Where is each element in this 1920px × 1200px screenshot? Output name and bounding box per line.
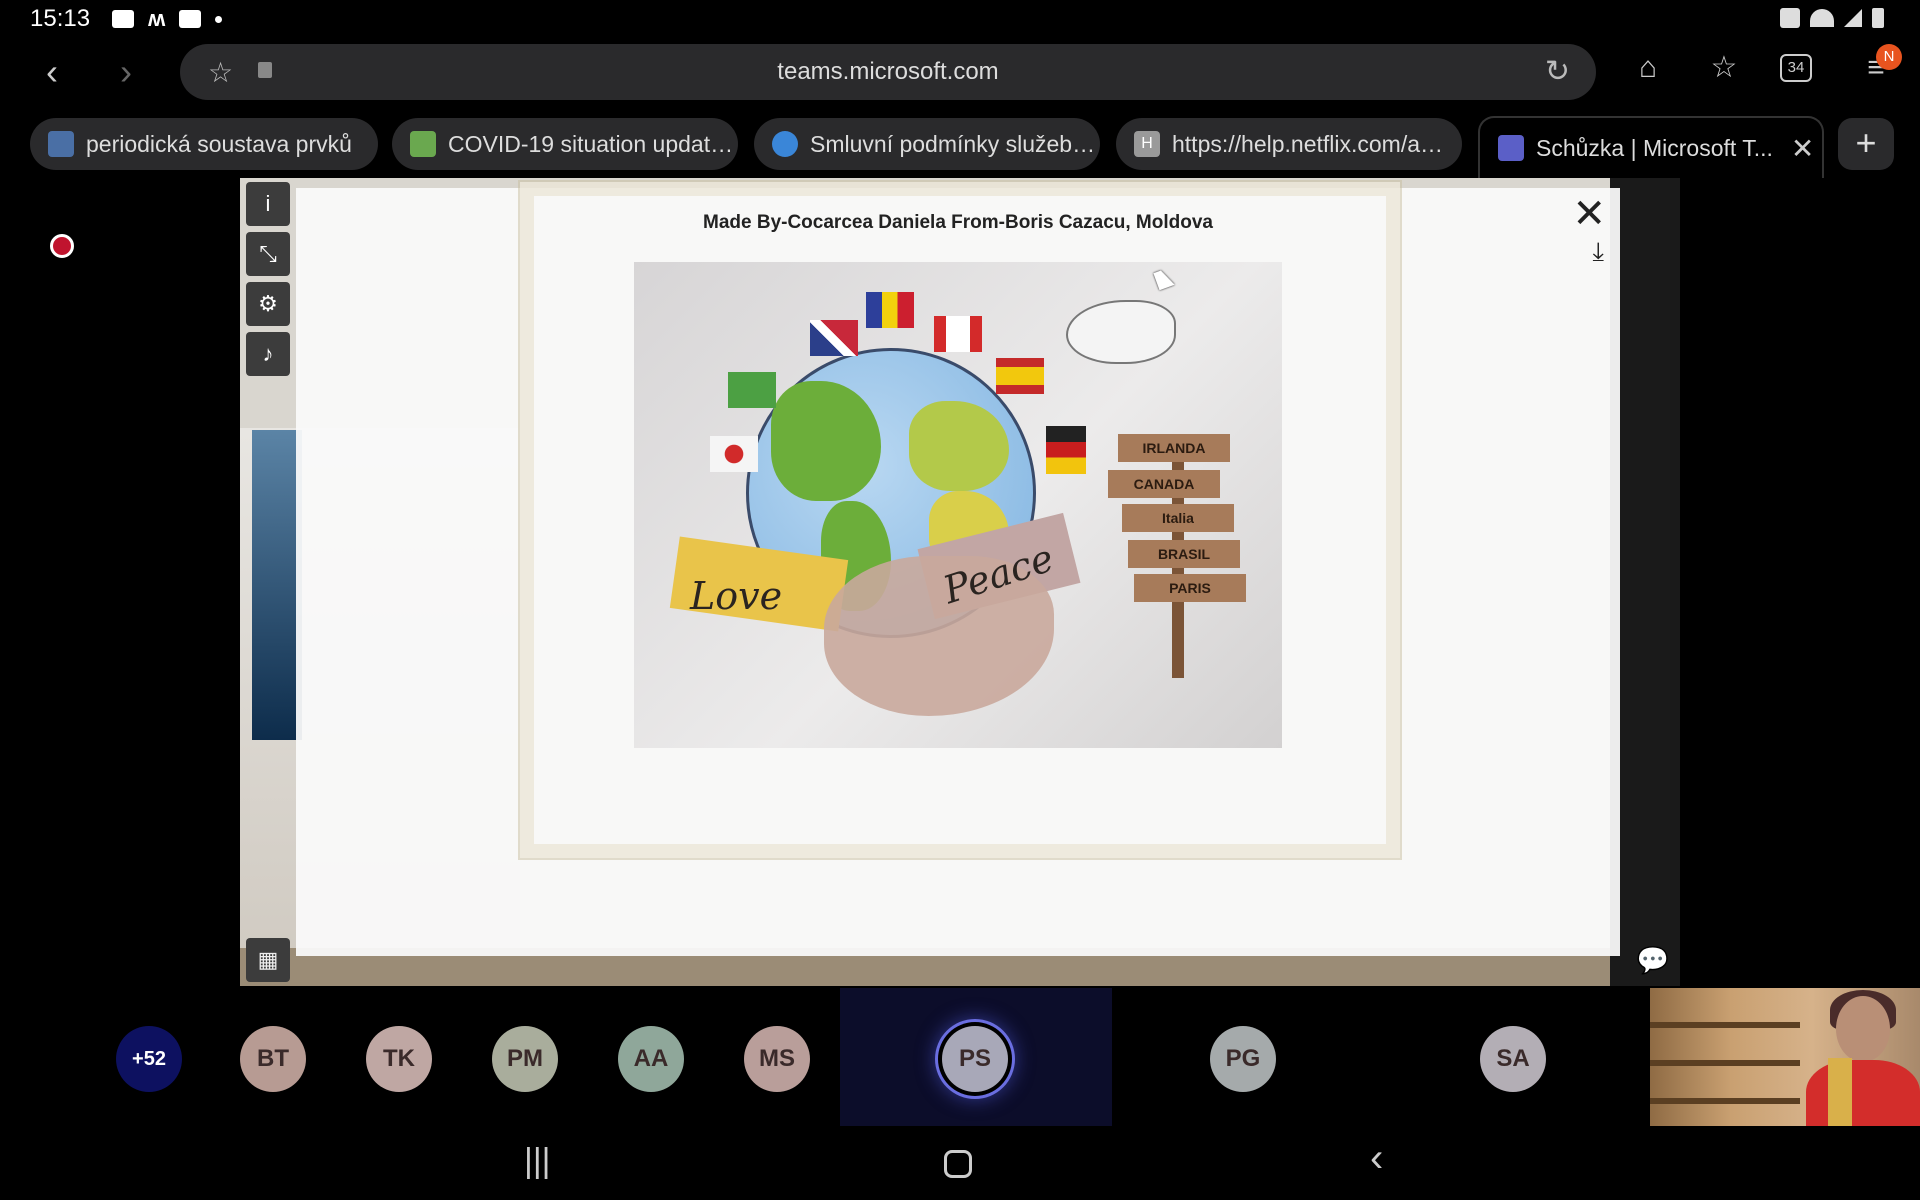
clock: 15:13 [30, 5, 91, 32]
sign-paris: PARIS [1134, 574, 1246, 602]
exit-fullscreen-icon[interactable]: ⤡ [246, 232, 290, 276]
artwork-caption: Made By-Cocarcea Daniela From-Boris Caza… [703, 212, 1213, 233]
tab-label: https://help.netflix.com/a… [1172, 130, 1444, 157]
back-button[interactable]: ‹ [30, 50, 74, 94]
tab-terms[interactable]: Smluvní podmínky služeb… [754, 118, 1100, 170]
sign-italia: Italia [1122, 504, 1234, 532]
participants-bar: +52 BT TK PM AA MS PS PG SA [0, 988, 1920, 1126]
sign-canada: CANADA [1108, 470, 1220, 498]
germany-flag [1046, 426, 1086, 474]
forward-button[interactable]: › [104, 50, 148, 94]
url-text[interactable]: teams.microsoft.com [180, 58, 1596, 86]
tab-count[interactable]: 34 [1780, 54, 1812, 82]
tab-periodic-table[interactable]: periodická soustava prvků [30, 118, 378, 170]
gallery-icon [112, 10, 135, 28]
reload-icon[interactable]: ↻ [1545, 54, 1570, 89]
self-video[interactable] [1650, 988, 1920, 1126]
tab-label: Smluvní podmínky služeb… [810, 130, 1096, 157]
person-scarf [1828, 1058, 1852, 1126]
land-drawing [909, 401, 1009, 491]
address-bar[interactable]: ☆ teams.microsoft.com ↻ [180, 44, 1596, 100]
volume-icon[interactable]: ♪ [246, 332, 290, 376]
tab-favicon [410, 131, 436, 157]
participant-avatar[interactable]: BT [240, 1026, 306, 1092]
battery-icon [1872, 8, 1884, 28]
info-icon[interactable]: i [246, 182, 290, 226]
japan-flag [710, 436, 758, 472]
tabs-button[interactable]: 34 [1780, 48, 1820, 88]
tab-label: COVID-19 situation updat… [448, 130, 734, 157]
screen: 15:13 ʍ ‹ › ☆ teams.microsoft.com ↻ ⌂ ☆ [0, 0, 1920, 1200]
bookshelf [1650, 1060, 1800, 1066]
sign-irlanda: IRLANDA [1118, 434, 1230, 462]
bookmarks-button[interactable]: ☆ [1704, 48, 1744, 88]
wifi-icon [1810, 9, 1834, 27]
close-icon[interactable]: ✕ [1572, 194, 1606, 234]
tab-covid[interactable]: COVID-19 situation updat… [392, 118, 738, 170]
participant-avatar[interactable]: TK [366, 1026, 432, 1092]
tab-favicon: H [1134, 131, 1160, 157]
collapse-icon[interactable]: ⤓ [1593, 236, 1605, 268]
bookshelf [1650, 1022, 1800, 1028]
signal-icon [1844, 9, 1862, 27]
menu-button[interactable]: ≡ N [1856, 44, 1902, 88]
gallery-toolbar: i ⤡ ⚙ ♪ [246, 182, 290, 376]
map-icon[interactable]: ▦ [246, 938, 290, 982]
menu-badge: N [1876, 44, 1902, 70]
participant-avatar[interactable]: PM [492, 1026, 558, 1092]
dove-drawing [1066, 300, 1176, 364]
tab-strip: periodická soustava prvků COVID-19 situa… [0, 116, 1920, 178]
bookshelf [1650, 1098, 1800, 1104]
room-window [252, 430, 302, 740]
system-nav-bar: ||| ‹ [0, 1126, 1920, 1200]
app-w-icon: ʍ [148, 6, 166, 31]
tab-teams-meeting[interactable]: Schůzka | Microsoft T... ✕ [1478, 116, 1824, 178]
home-nav-icon[interactable] [944, 1150, 972, 1178]
close-tab-icon[interactable]: ✕ [1791, 132, 1814, 165]
more-notifications-icon [215, 15, 223, 23]
teams-icon [1498, 135, 1524, 161]
more-participants-button[interactable]: +52 [116, 1026, 182, 1092]
room-edge [1610, 178, 1680, 986]
youtube-icon [179, 10, 202, 28]
record-icon[interactable] [50, 234, 74, 258]
person-body [1806, 1060, 1920, 1126]
person-head [1836, 996, 1890, 1062]
home-button[interactable]: ⌂ [1628, 48, 1668, 88]
spain-flag [996, 358, 1044, 394]
notification-icons: ʍ [112, 6, 223, 32]
chat-icon[interactable]: 💬 [1630, 938, 1676, 982]
tab-label: Schůzka | Microsoft T... [1536, 134, 1773, 161]
participant-avatar[interactable]: PG [1210, 1026, 1276, 1092]
artwork-viewer: Made By-Cocarcea Daniela From-Boris Caza… [296, 182, 1620, 956]
land-drawing [771, 381, 881, 501]
system-icons [1780, 8, 1884, 28]
love-word: Love [690, 574, 783, 618]
new-tab-button[interactable]: + [1838, 118, 1894, 170]
brazil-flag [728, 372, 776, 408]
browser-tools: ⌂ ☆ 34 ≡ N [1628, 44, 1902, 88]
participant-avatar[interactable]: AA [618, 1026, 684, 1092]
artwork-image: Love Peace IRLANDA CANADA Italia BRASIL … [634, 262, 1282, 748]
active-speaker-avatar[interactable]: PS [942, 1026, 1008, 1092]
settings-gear-icon[interactable]: ⚙ [246, 282, 290, 326]
tab-favicon [772, 131, 798, 157]
mute-icon [1780, 8, 1800, 28]
romania-flag [866, 292, 914, 328]
participant-avatar[interactable]: MS [744, 1026, 810, 1092]
uk-flag [810, 320, 858, 356]
canada-flag [934, 316, 982, 352]
tab-favicon [48, 131, 74, 157]
participant-avatar[interactable]: SA [1480, 1026, 1546, 1092]
sign-brasil: BRASIL [1128, 540, 1240, 568]
tab-label: periodická soustava prvků [86, 130, 352, 157]
status-bar: 15:13 ʍ [0, 0, 1920, 38]
video-person [1800, 988, 1920, 1126]
recents-icon[interactable]: ||| [524, 1142, 551, 1181]
back-nav-icon[interactable]: ‹ [1370, 1136, 1383, 1181]
browser-toolbar: ‹ › ☆ teams.microsoft.com ↻ ⌂ ☆ 34 ≡ N [0, 40, 1920, 104]
tab-netflix-help[interactable]: H https://help.netflix.com/a… [1116, 118, 1462, 170]
